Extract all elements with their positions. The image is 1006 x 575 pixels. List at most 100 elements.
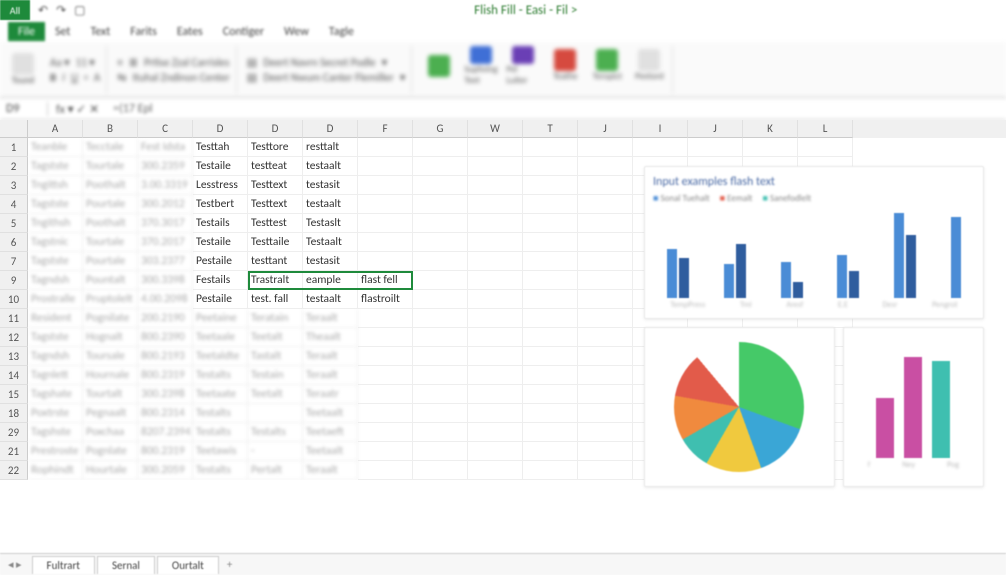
table-row[interactable]: 22RophindtHourtale300.2059TestaltsPertal… (0, 461, 1006, 480)
ribbon-tab-set[interactable]: Set (45, 22, 80, 42)
cell[interactable] (633, 233, 688, 252)
cell[interactable]: 800.2319 (138, 366, 193, 385)
cell[interactable] (578, 195, 633, 214)
cell[interactable] (743, 404, 798, 423)
cell[interactable]: Pertalt (248, 461, 303, 480)
cell[interactable]: Tourtale (83, 157, 138, 176)
cell[interactable]: Testtore (248, 138, 303, 157)
cell[interactable]: Tngittsh (28, 176, 83, 195)
cell[interactable]: 300.2059 (138, 461, 193, 480)
row-header[interactable]: 4 (0, 195, 28, 214)
cell[interactable] (633, 385, 688, 404)
cell[interactable]: Lesstress (193, 176, 248, 195)
cell[interactable]: flast fell (358, 271, 413, 290)
ribbon-btn[interactable]: Teathe (548, 46, 582, 86)
cell[interactable]: Testtext (248, 195, 303, 214)
cell[interactable] (633, 347, 688, 366)
cell[interactable]: Trastralt (248, 271, 303, 290)
cell[interactable] (358, 328, 413, 347)
cell[interactable]: Pestaile (193, 252, 248, 271)
cell[interactable] (468, 252, 523, 271)
cell[interactable] (688, 195, 743, 214)
cell[interactable]: Teetawis (193, 442, 248, 461)
cell[interactable]: Teraalt (303, 366, 358, 385)
cell[interactable] (798, 328, 853, 347)
cell[interactable] (358, 385, 413, 404)
cell[interactable] (743, 442, 798, 461)
cell[interactable] (468, 157, 523, 176)
table-row[interactable]: 9TagndshPountalt300.3398FestailsTrastral… (0, 271, 1006, 290)
table-row[interactable]: 14TagnlettHournale800.2319TestaltsTestai… (0, 366, 1006, 385)
cell[interactable] (688, 157, 743, 176)
cell[interactable]: Tagstste (28, 195, 83, 214)
cell[interactable] (798, 252, 853, 271)
cell[interactable] (633, 195, 688, 214)
cell[interactable] (578, 423, 633, 442)
cell[interactable] (688, 461, 743, 480)
cell[interactable] (743, 347, 798, 366)
cell[interactable] (688, 309, 743, 328)
row-header[interactable]: 5 (0, 214, 28, 233)
cell[interactable] (688, 176, 743, 195)
cell[interactable]: test. fall (248, 290, 303, 309)
cell[interactable] (523, 233, 578, 252)
row-header[interactable]: 29 (0, 423, 28, 442)
table-row[interactable]: 6TagstnicTourtale370.2017TestaileTesttai… (0, 233, 1006, 252)
column-header[interactable]: K (743, 120, 798, 138)
cell[interactable] (798, 195, 853, 214)
cell[interactable] (523, 157, 578, 176)
cell[interactable] (523, 252, 578, 271)
cell[interactable]: Tagshate (28, 385, 83, 404)
cell[interactable]: Teanble (28, 138, 83, 157)
cell[interactable] (688, 252, 743, 271)
cell[interactable]: Teraalt (303, 461, 358, 480)
cell[interactable] (743, 309, 798, 328)
cell[interactable] (248, 404, 303, 423)
cell[interactable] (413, 290, 468, 309)
table-row[interactable]: 18PoxtrstePegnaalt800.2314TestaltsTeetaa… (0, 404, 1006, 423)
cell[interactable] (358, 366, 413, 385)
cell[interactable] (413, 271, 468, 290)
column-header[interactable]: G (413, 120, 468, 138)
column-header[interactable]: D (303, 120, 358, 138)
cell[interactable] (743, 271, 798, 290)
cell[interactable]: Tngithsh (28, 214, 83, 233)
cell[interactable] (798, 385, 853, 404)
table-row[interactable]: 21PrestrostePognlate800.2319Teetawis-Tee… (0, 442, 1006, 461)
column-header[interactable]: W (468, 120, 523, 138)
qat-icon[interactable]: ▢ (74, 3, 85, 18)
tab-nav-prev-icon[interactable]: ◂ ▸ (0, 558, 30, 571)
cell[interactable] (633, 290, 688, 309)
cell[interactable] (413, 423, 468, 442)
cell[interactable] (633, 404, 688, 423)
cell[interactable] (578, 290, 633, 309)
cell[interactable]: 300.3398 (138, 271, 193, 290)
cell[interactable] (358, 214, 413, 233)
cell[interactable] (413, 347, 468, 366)
table-row[interactable]: 7TagststePourtale303.2377Pestailetesttan… (0, 252, 1006, 271)
cell[interactable]: Pognlate (83, 442, 138, 461)
cell[interactable] (523, 195, 578, 214)
ribbon-tab-eates[interactable]: Eates (167, 22, 213, 42)
row-header[interactable]: 11 (0, 309, 28, 328)
cell[interactable] (798, 214, 853, 233)
row-header[interactable]: 2 (0, 157, 28, 176)
cell[interactable] (468, 176, 523, 195)
sheet-tab[interactable]: Ourtalt (157, 556, 219, 574)
column-header[interactable]: D (248, 120, 303, 138)
cell[interactable]: Pegnaalt (83, 404, 138, 423)
cell[interactable] (798, 233, 853, 252)
cell[interactable] (523, 309, 578, 328)
cell[interactable]: Pruptolelt (83, 290, 138, 309)
cell[interactable]: Testalts (193, 461, 248, 480)
cell[interactable] (578, 252, 633, 271)
cell[interactable]: Testaile (193, 233, 248, 252)
cell[interactable]: 800.2319 (138, 442, 193, 461)
cell[interactable] (358, 176, 413, 195)
sheet-tab[interactable]: Fultrart (32, 556, 95, 574)
cell[interactable]: Testtaile (248, 233, 303, 252)
cell[interactable]: Pourtale (83, 195, 138, 214)
cell[interactable] (743, 252, 798, 271)
alignment-group[interactable]: ≡≣Prtise Zzal Carrisles ⇆Ituhal Zndinon … (111, 46, 236, 94)
grid-rows[interactable]: 1TeanbleTecctaleFest IdstaTesttahTesttor… (0, 138, 1006, 480)
